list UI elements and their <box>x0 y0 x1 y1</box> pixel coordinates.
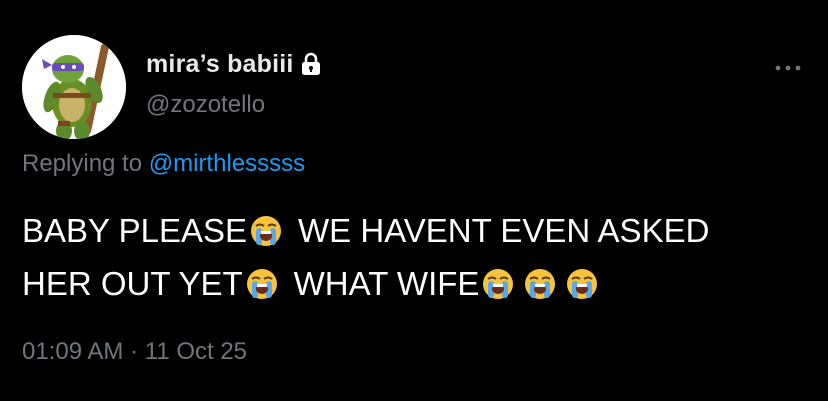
tweet-text-segment: WHAT WIFE <box>293 265 480 302</box>
more-options-icon <box>775 65 801 71</box>
tweet-line-2: HER OUT YET WHAT WIFE <box>22 257 812 310</box>
turtle-character-avatar-image <box>22 35 126 139</box>
more-options-button[interactable] <box>768 56 808 80</box>
user-name-row: mira’s babiii <box>146 48 322 80</box>
tweet-date: 11 Oct 25 <box>144 338 248 365</box>
reply-prefix: Replying to <box>22 150 143 177</box>
user-handle[interactable]: @zozotello <box>146 91 265 119</box>
avatar[interactable] <box>22 35 126 139</box>
loudly-crying-face-icon <box>250 215 282 247</box>
tweet-timestamp[interactable]: 01:09 AM · 11 Oct 25 <box>22 338 247 366</box>
loudly-crying-face-icon <box>246 268 278 300</box>
timestamp-separator: · <box>130 338 139 365</box>
tweet-text-segment: HER OUT YET <box>22 265 243 302</box>
tweet-text: BABY PLEASE WE HAVENT EVEN ASKED HER OUT… <box>22 204 812 310</box>
reply-context: Replying to @mirthlesssss <box>22 150 305 178</box>
tweet-text-segment: BABY PLEASE <box>22 212 248 249</box>
tweet-time: 01:09 AM <box>22 338 124 365</box>
loudly-crying-face-icon <box>524 268 556 300</box>
reply-handle-link[interactable]: @mirthlesssss <box>149 150 305 177</box>
loudly-crying-face-icon <box>566 268 598 300</box>
loudly-crying-face-icon <box>482 268 514 300</box>
display-name[interactable]: mira’s babiii <box>146 50 294 79</box>
lock-icon <box>300 52 322 76</box>
tweet-text-segment: WE HAVENT EVEN ASKED <box>298 212 710 249</box>
tweet-line-1: BABY PLEASE WE HAVENT EVEN ASKED <box>22 204 812 257</box>
